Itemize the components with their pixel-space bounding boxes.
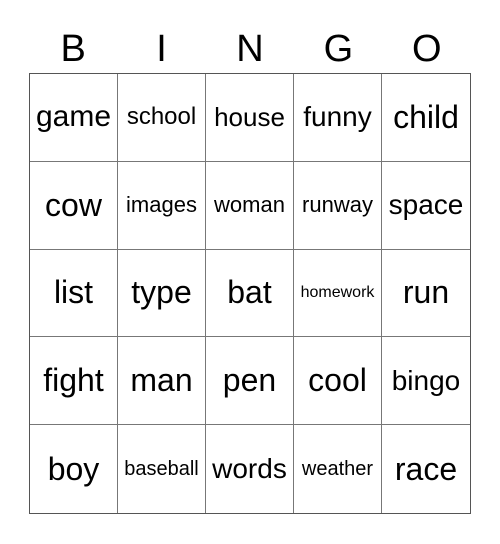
bingo-cell[interactable]: run — [382, 250, 470, 338]
bingo-cell[interactable]: school — [118, 74, 206, 162]
bingo-cell[interactable]: cool — [294, 337, 382, 426]
bingo-cell[interactable]: boy — [30, 425, 118, 513]
bingo-cell[interactable]: game — [30, 74, 118, 162]
bingo-cell[interactable]: cow — [30, 161, 118, 250]
bingo-cell[interactable]: race — [382, 425, 470, 513]
bingo-grid: game school house funny child cow images… — [29, 73, 471, 514]
bingo-cell[interactable]: child — [382, 74, 470, 162]
bingo-cell[interactable]: bingo — [382, 337, 470, 426]
bingo-cell[interactable]: homework — [294, 249, 382, 338]
bingo-cell[interactable]: man — [118, 337, 206, 426]
header-letter-n: N — [236, 28, 264, 70]
header-letter-i: I — [156, 28, 167, 70]
bingo-cell[interactable]: woman — [206, 161, 294, 250]
bingo-cell[interactable]: images — [118, 161, 206, 250]
bingo-cell[interactable]: pen — [206, 337, 294, 426]
bingo-cell[interactable]: bat — [206, 249, 294, 338]
bingo-cell[interactable]: space — [382, 162, 470, 250]
bingo-cell[interactable]: runway — [294, 161, 382, 250]
bingo-cell[interactable]: fight — [30, 337, 118, 426]
bingo-cell[interactable]: funny — [294, 74, 382, 162]
header-letter-g: G — [323, 28, 354, 70]
bingo-cell[interactable]: baseball — [118, 425, 206, 513]
bingo-header: B I N G O — [29, 26, 471, 72]
header-letter-b: B — [60, 28, 86, 70]
bingo-cell[interactable]: list — [30, 249, 118, 338]
bingo-cell[interactable]: words — [206, 425, 294, 513]
bingo-cell[interactable]: type — [118, 249, 206, 338]
bingo-cell[interactable]: weather — [294, 425, 382, 513]
header-letter-o: O — [411, 28, 442, 70]
bingo-cell[interactable]: house — [206, 74, 294, 162]
